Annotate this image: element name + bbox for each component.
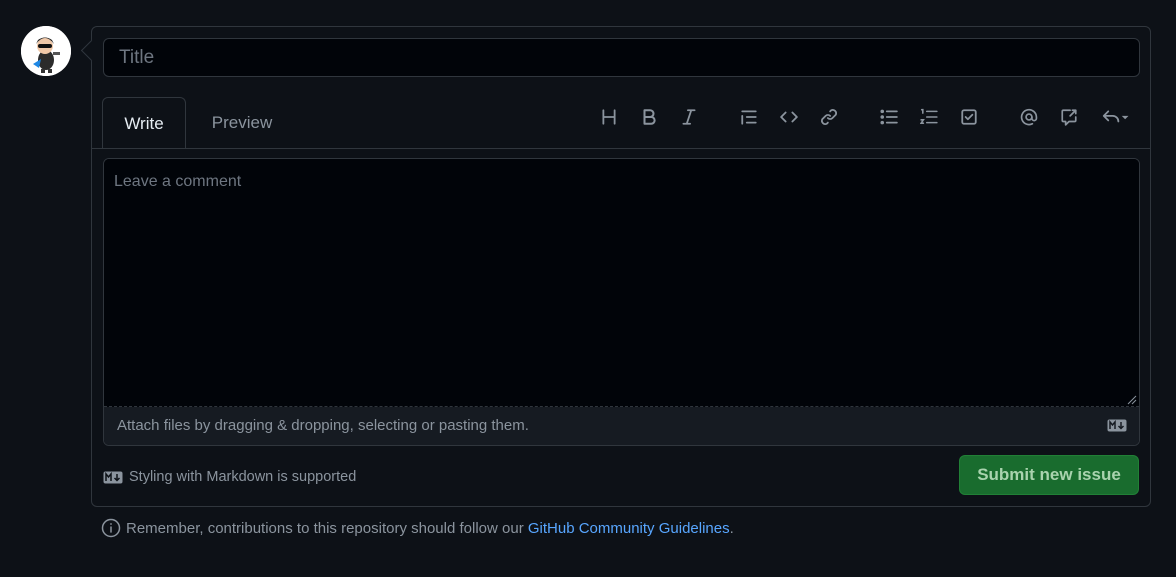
submit-new-issue-button[interactable]: Submit new issue	[959, 455, 1139, 495]
heading-button[interactable]	[597, 105, 621, 129]
bold-icon	[643, 109, 656, 125]
new-issue-form: Write Preview	[91, 26, 1151, 507]
link-button[interactable]	[817, 105, 841, 129]
bold-button[interactable]	[637, 105, 661, 129]
saved-replies-icon	[1102, 110, 1129, 123]
footer-period: .	[729, 519, 734, 537]
comment-textarea[interactable]	[104, 159, 1139, 407]
link-icon	[821, 109, 837, 125]
task-list-icon	[961, 109, 977, 125]
markdown-supported-note: Styling with Markdown is supported	[103, 467, 356, 487]
title-input[interactable]	[103, 38, 1140, 77]
bulleted-list-button[interactable]	[877, 105, 901, 129]
numbered-list-button[interactable]	[917, 105, 941, 129]
quote-button[interactable]	[737, 105, 761, 129]
cross-reference-button[interactable]	[1057, 105, 1081, 129]
markdown-note-text: Styling with Markdown is supported	[129, 469, 357, 485]
code-icon	[780, 111, 798, 123]
cross-reference-icon	[1061, 109, 1077, 126]
task-list-button[interactable]	[957, 105, 981, 129]
community-guidelines-link[interactable]: GitHub Community Guidelines	[528, 520, 730, 537]
attach-files-text: Attach files by dragging & dropping, sel…	[117, 417, 529, 434]
italic-icon	[682, 109, 696, 125]
contribution-guidelines-note: Remember, contributions to this reposito…	[101, 518, 734, 538]
comment-editor: Attach files by dragging & dropping, sel…	[103, 158, 1140, 446]
mention-icon	[1020, 108, 1038, 126]
markdown-icon	[1107, 419, 1127, 432]
italic-button[interactable]	[677, 105, 701, 129]
footer-text: Remember, contributions to this reposito…	[126, 519, 528, 537]
numbered-list-icon	[920, 108, 938, 124]
attach-files-bar[interactable]: Attach files by dragging & dropping, sel…	[104, 407, 1139, 445]
info-icon	[101, 518, 121, 538]
mention-button[interactable]	[1017, 105, 1041, 129]
markdown-icon	[103, 471, 123, 483]
tab-write[interactable]: Write	[102, 97, 186, 148]
octocat-avatar-icon	[21, 26, 71, 76]
avatar[interactable]	[21, 26, 71, 76]
resize-grip-icon[interactable]	[1127, 395, 1137, 405]
quote-icon	[741, 110, 757, 125]
tab-preview[interactable]: Preview	[200, 97, 284, 147]
heading-icon	[602, 109, 616, 125]
editor-tabbar: Write Preview	[92, 97, 1150, 149]
saved-replies-button[interactable]	[1097, 105, 1133, 129]
bulleted-list-icon	[880, 109, 898, 125]
code-button[interactable]	[777, 105, 801, 129]
